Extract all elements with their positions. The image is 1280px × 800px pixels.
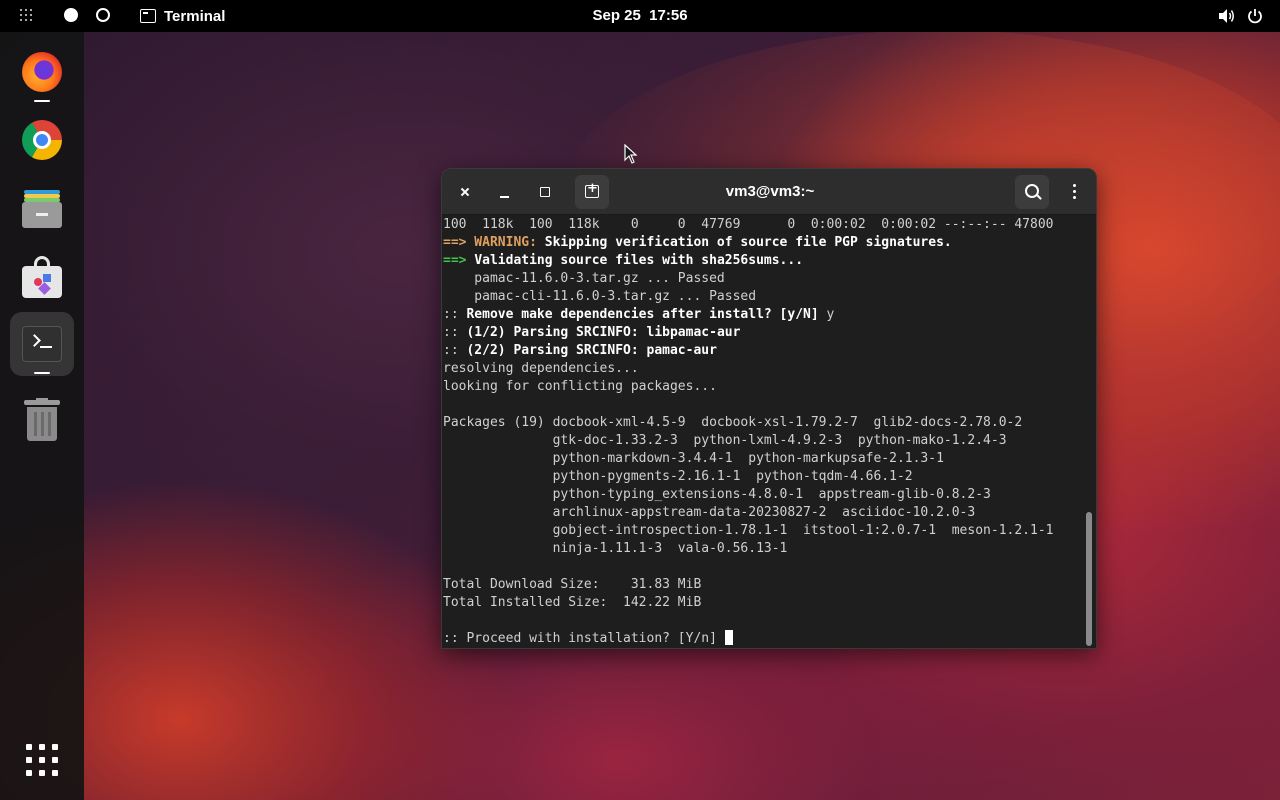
terminal-text: ==> [443,253,475,268]
terminal-text: python-typing_extensions-4.8.0-1 appstre… [443,487,991,502]
terminal-text: pamac-11.6.0-3.tar.gz ... Passed [443,271,725,286]
dock-item-software[interactable] [10,244,74,308]
active-app-name: Terminal [164,7,226,25]
terminal-text: Total Installed Size: 142.22 MiB [443,595,702,610]
terminal-line: resolving dependencies... [443,360,1082,378]
trash-icon [24,398,60,442]
files-icon [22,190,62,228]
terminal-line: pamac-cli-11.6.0-3.tar.gz ... Passed [443,288,1082,306]
terminal-text: resolving dependencies... [443,361,639,376]
terminal-text: ==> WARNING: [443,235,545,250]
terminal-line: archlinux-appstream-data-20230827-2 asci… [443,504,1082,522]
terminal-text: gtk-doc-1.33.2-3 python-lxml-4.9.2-3 pyt… [443,433,1007,448]
clock[interactable]: Sep 25 17:56 [592,7,687,24]
terminal-text: Validating source files with sha256sums.… [474,253,804,268]
new-tab-button[interactable] [575,175,609,209]
terminal-text: :: Proceed with installation? [Y/n] [443,631,725,646]
running-indicator [34,372,50,374]
apps-grid-icon[interactable] [20,9,34,23]
terminal-text: ninja-1.11.1-3 vala-0.56.13-1 [443,541,788,556]
top-bar: Terminal Sep 25 17:56 [0,0,1280,32]
volume-icon[interactable] [1218,8,1236,24]
terminal-line: 100 118k 100 118k 0 0 47769 0 0:00:02 0:… [443,216,1082,234]
search-button[interactable] [1015,175,1049,209]
scrollbar[interactable] [1086,512,1092,646]
terminal-window: vm3@vm3:~ 100 118k 100 118k 0 0 47769 0 … [441,168,1097,649]
close-button[interactable] [451,178,479,206]
terminal-text: (2/2) Parsing SRCINFO: pamac-aur [466,343,717,358]
terminal-text: (1/2) Parsing SRCINFO: libpamac-aur [466,325,741,340]
dock-item-terminal[interactable] [10,312,74,376]
terminal-text: python-markdown-3.4.4-1 python-markupsaf… [443,451,944,466]
terminal-output[interactable]: 100 118k 100 118k 0 0 47769 0 0:00:02 0:… [442,216,1082,648]
window-title: vm3@vm3:~ [725,183,815,200]
terminal-line: ==> WARNING: Skipping verification of so… [443,234,1082,252]
power-icon[interactable] [1247,8,1263,24]
terminal-line: gobject-introspection-1.78.1-1 itstool-1… [443,522,1082,540]
dock-item-trash[interactable] [10,388,74,452]
dock [0,32,84,800]
terminal-text: pamac-cli-11.6.0-3.tar.gz ... Passed [443,289,757,304]
active-app-menu[interactable]: Terminal [140,0,225,32]
terminal-text: gobject-introspection-1.78.1-1 itstool-1… [443,523,1054,538]
workspace-active-icon[interactable] [64,8,78,22]
maximize-button[interactable] [531,178,559,206]
dock-item-chrome[interactable] [10,108,74,172]
terminal-app-icon [140,9,156,23]
software-store-icon [22,254,62,298]
terminal-line: :: Proceed with installation? [Y/n] [443,630,1082,648]
terminal-icon [22,326,62,362]
terminal-text: :: [443,325,467,340]
terminal-text: y [818,307,835,322]
terminal-text: Packages (19) docbook-xml-4.5-9 docbook-… [443,415,1023,430]
terminal-text: Total Download Size: 31.83 MiB [443,577,702,592]
chrome-icon [22,120,62,160]
terminal-line: Total Download Size: 31.83 MiB [443,576,1082,594]
firefox-icon [22,52,62,92]
terminal-text: :: [443,307,467,322]
terminal-line: Packages (19) docbook-xml-4.5-9 docbook-… [443,414,1082,432]
terminal-text: 100 118k 100 118k 0 0 47769 0 0:00:02 0:… [443,217,1054,232]
running-indicator [34,100,50,102]
terminal-headerbar[interactable]: vm3@vm3:~ [442,169,1096,215]
terminal-line: :: (1/2) Parsing SRCINFO: libpamac-aur [443,324,1082,342]
dock-item-firefox[interactable] [10,40,74,104]
dock-item-files[interactable] [10,176,74,240]
terminal-line: python-pygments-2.16.1-1 python-tqdm-4.6… [443,468,1082,486]
menu-button[interactable] [1057,175,1091,209]
terminal-line: gtk-doc-1.33.2-3 python-lxml-4.9.2-3 pyt… [443,432,1082,450]
terminal-line: ninja-1.11.1-3 vala-0.56.13-1 [443,540,1082,558]
text-cursor [724,630,733,645]
terminal-line: ==> Validating source files with sha256s… [443,252,1082,270]
workspace-icon[interactable] [96,8,110,22]
terminal-line: python-markdown-3.4.4-1 python-markupsaf… [443,450,1082,468]
terminal-text: :: [443,343,467,358]
terminal-text: archlinux-appstream-data-20230827-2 asci… [443,505,976,520]
show-apps-icon[interactable] [26,744,58,776]
terminal-line: :: (2/2) Parsing SRCINFO: pamac-aur [443,342,1082,360]
terminal-line: Total Installed Size: 142.22 MiB [443,594,1082,612]
terminal-text: python-pygments-2.16.1-1 python-tqdm-4.6… [443,469,913,484]
terminal-line: looking for conflicting packages... [443,378,1082,396]
terminal-text: Skipping verification of source file PGP… [544,235,952,250]
mouse-cursor-icon [624,144,638,164]
terminal-line: pamac-11.6.0-3.tar.gz ... Passed [443,270,1082,288]
terminal-line: :: Remove make dependencies after instal… [443,306,1082,324]
minimize-button[interactable] [491,178,519,206]
terminal-line: python-typing_extensions-4.8.0-1 appstre… [443,486,1082,504]
terminal-text: looking for conflicting packages... [443,379,717,394]
terminal-text: Remove make dependencies after install? … [466,307,819,322]
